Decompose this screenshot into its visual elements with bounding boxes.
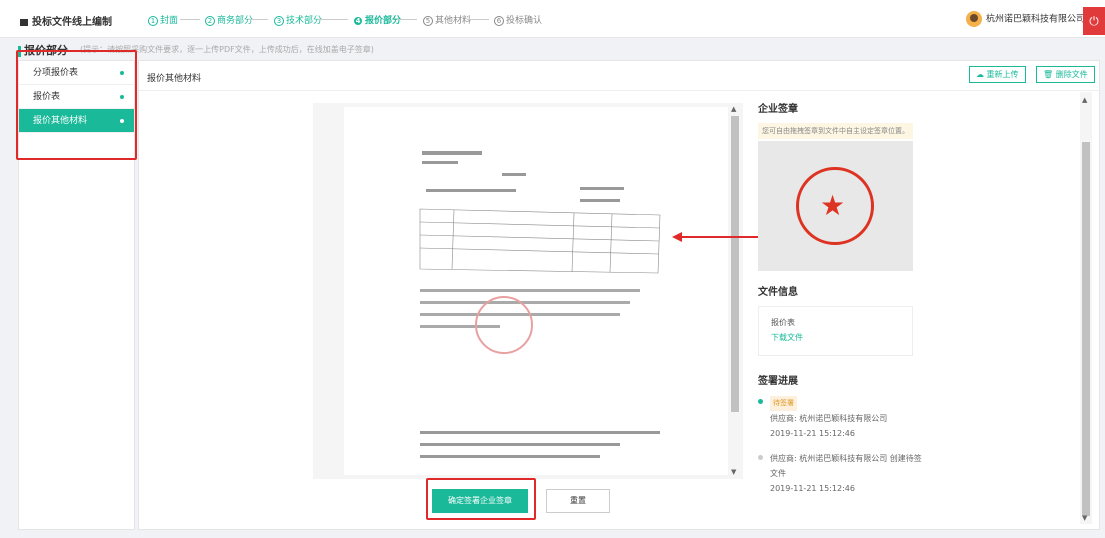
highlight-box: [16, 50, 137, 160]
pointer-arrow-icon: [672, 232, 758, 242]
main-title: 报价其他材料: [147, 74, 202, 84]
step-number: 1: [148, 16, 158, 26]
document-scrollbar[interactable]: ▲ ▼: [729, 104, 741, 478]
reset-button[interactable]: 重置: [546, 489, 610, 513]
step-connector: [180, 19, 200, 20]
delete-file-button[interactable]: 🗑 删除文件: [1036, 66, 1095, 83]
highlight-box: [426, 478, 536, 520]
app-icon: [20, 18, 28, 26]
status-badge: 待签署: [770, 396, 797, 411]
power-icon[interactable]: ⏻: [1083, 7, 1105, 35]
step-4-price[interactable]: 4 报价部分: [353, 13, 401, 26]
status-dot: [758, 455, 763, 460]
step-number: 6: [494, 16, 504, 26]
star-icon: ★: [820, 189, 846, 222]
company-seal[interactable]: ★: [758, 141, 913, 271]
step-label: 封面: [160, 16, 179, 26]
download-link[interactable]: 下载文件: [771, 332, 912, 343]
step-label: 商务部分: [217, 16, 254, 26]
avatar: [966, 11, 982, 27]
timeline-item: 待签署 供应商: 杭州诺巴颖科技有限公司 2019-11-21 15:12:46: [758, 395, 1078, 441]
sign-panel: 企业签章 您可自由拖拽签章到文件中自主设定签章位置。 ★ 文件信息 报价表 下载…: [758, 100, 1078, 496]
step-connector: [397, 19, 417, 20]
step-3-tech[interactable]: 3 技术部分: [274, 13, 322, 26]
app-title: 投标文件线上编制: [20, 13, 112, 28]
main-header: 报价其他材料 ☁ 重新上传 🗑 删除文件: [139, 61, 1099, 91]
reupload-button[interactable]: ☁ 重新上传: [969, 66, 1026, 83]
step-connector: [248, 19, 268, 20]
step-5-other[interactable]: 5 其他材料: [423, 13, 471, 26]
file-info-box: 报价表 下载文件: [758, 306, 913, 356]
file-name: 报价表: [771, 318, 795, 327]
scrollbar-thumb[interactable]: [1082, 142, 1090, 516]
status-dot: [758, 399, 763, 404]
top-bar: 投标文件线上编制 1 封面 2 商务部分 3 技术部分 4 报价部分 5 其他材料 6 投标…: [0, 0, 1105, 38]
upload-icon: ☁: [976, 70, 987, 79]
step-number: 2: [205, 16, 215, 26]
step-number: 3: [274, 16, 284, 26]
step-label: 其他材料: [435, 16, 472, 26]
step-label: 投标确认: [506, 16, 543, 26]
seal-tip: 您可自由拖拽签章到文件中自主设定签章位置。: [758, 123, 913, 139]
scroll-down-icon[interactable]: ▼: [1082, 514, 1087, 522]
step-number: 5: [423, 16, 433, 26]
step-number: 4: [353, 16, 363, 26]
company-account[interactable]: 杭州诺巴颖科技有限公司: [966, 11, 1085, 27]
step-6-confirm[interactable]: 6 投标确认: [494, 13, 542, 26]
step-connector: [467, 19, 489, 20]
step-1-cover[interactable]: 1 封面: [148, 13, 178, 26]
seal-title: 企业签章: [758, 104, 798, 115]
step-label: 技术部分: [286, 16, 323, 26]
step-label: 报价部分: [365, 16, 402, 26]
scroll-up-icon[interactable]: ▲: [731, 105, 736, 113]
file-info-title: 文件信息: [758, 287, 798, 298]
timeline-item: 供应商: 杭州诺巴颖科技有限公司 创建待签 文件 2019-11-21 15:1…: [758, 451, 1078, 496]
step-2-business[interactable]: 2 商务部分: [205, 13, 253, 26]
document-preview: [419, 151, 661, 458]
progress-title: 签署进展: [758, 376, 798, 387]
scroll-up-icon[interactable]: ▲: [1082, 96, 1087, 104]
panel-scrollbar[interactable]: ▲ ▼: [1080, 92, 1092, 524]
scrollbar-thumb[interactable]: [731, 116, 739, 412]
scroll-down-icon[interactable]: ▼: [731, 468, 736, 476]
trash-icon: 🗑: [1043, 70, 1056, 79]
step-connector: [318, 19, 348, 20]
document-page: [344, 107, 728, 475]
